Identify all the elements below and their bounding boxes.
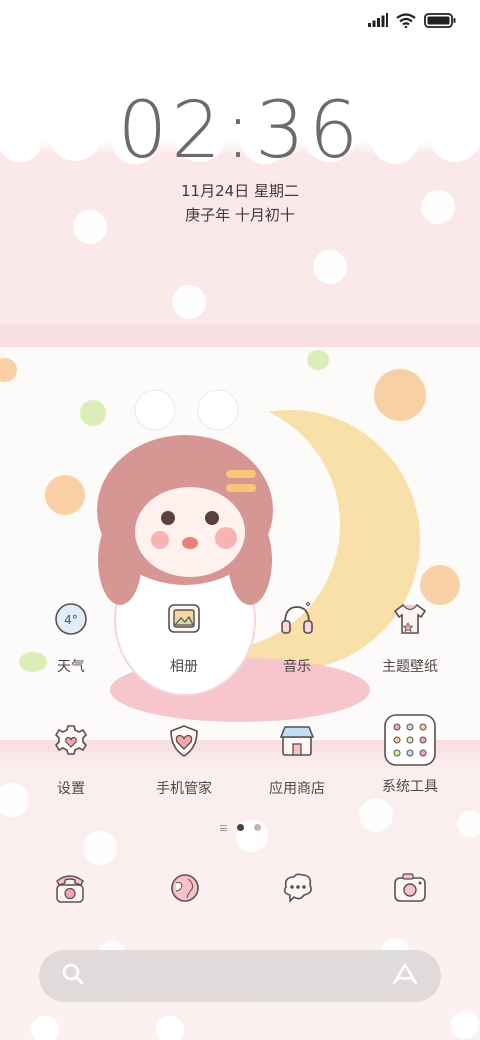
app-system-tools-folder[interactable]: 系统工具 [355,714,465,796]
page-dot-current [236,824,244,831]
dock-messages[interactable] [278,870,318,910]
app-themes[interactable]: 主题壁纸 [355,596,465,676]
browser-icon [168,871,202,909]
lunar-date: 庚子年 十月初十 [185,206,295,224]
gallery-icon [161,596,207,642]
app-weather[interactable]: 4° 天气 [16,596,126,676]
shield-icon [161,718,207,764]
app-store[interactable]: 应用商店 [242,718,352,798]
status-bar [368,8,456,32]
app-label: 相册 [170,659,198,675]
weather-temp: 4° [64,613,78,627]
dock-browser[interactable] [165,870,205,910]
app-gallery[interactable]: 相册 [129,596,239,676]
app-label: 音乐 [283,659,311,675]
page-dot [253,824,261,831]
app-music[interactable]: 音乐 [242,596,352,676]
clock-time[interactable]: 02:36 [0,86,480,176]
app-label: 手机管家 [156,781,212,797]
theme-icon [387,596,433,642]
wifi-icon [396,12,416,28]
app-label: 天气 [57,659,85,675]
battery-icon [424,12,456,28]
camera-icon [392,871,428,909]
app-label: 设置 [57,781,85,797]
messages-icon [280,871,316,909]
page-indicator[interactable] [0,824,480,831]
app-label: 应用商店 [269,781,325,797]
clock-date[interactable]: 11月24日 星期二 [0,180,480,201]
search-icon[interactable] [61,962,85,990]
app-label: 系统工具 [382,779,438,795]
store-icon [274,718,320,764]
gear-icon [48,718,94,764]
weather-icon: 4° [48,596,94,642]
app-phone-manager[interactable]: 手机管家 [129,718,239,798]
phone-icon [51,871,89,909]
tools-folder-icon [384,714,436,766]
app-settings[interactable]: 设置 [16,718,126,798]
dock-camera[interactable] [390,870,430,910]
voice-assistant-icon[interactable] [391,962,419,990]
app-label: 主题壁纸 [382,659,438,675]
dock-phone[interactable] [50,870,90,910]
minus-one-screen-indicator [219,824,227,831]
headphones-icon [274,596,320,642]
search-bar[interactable] [39,950,441,1002]
signal-icon [368,13,388,27]
